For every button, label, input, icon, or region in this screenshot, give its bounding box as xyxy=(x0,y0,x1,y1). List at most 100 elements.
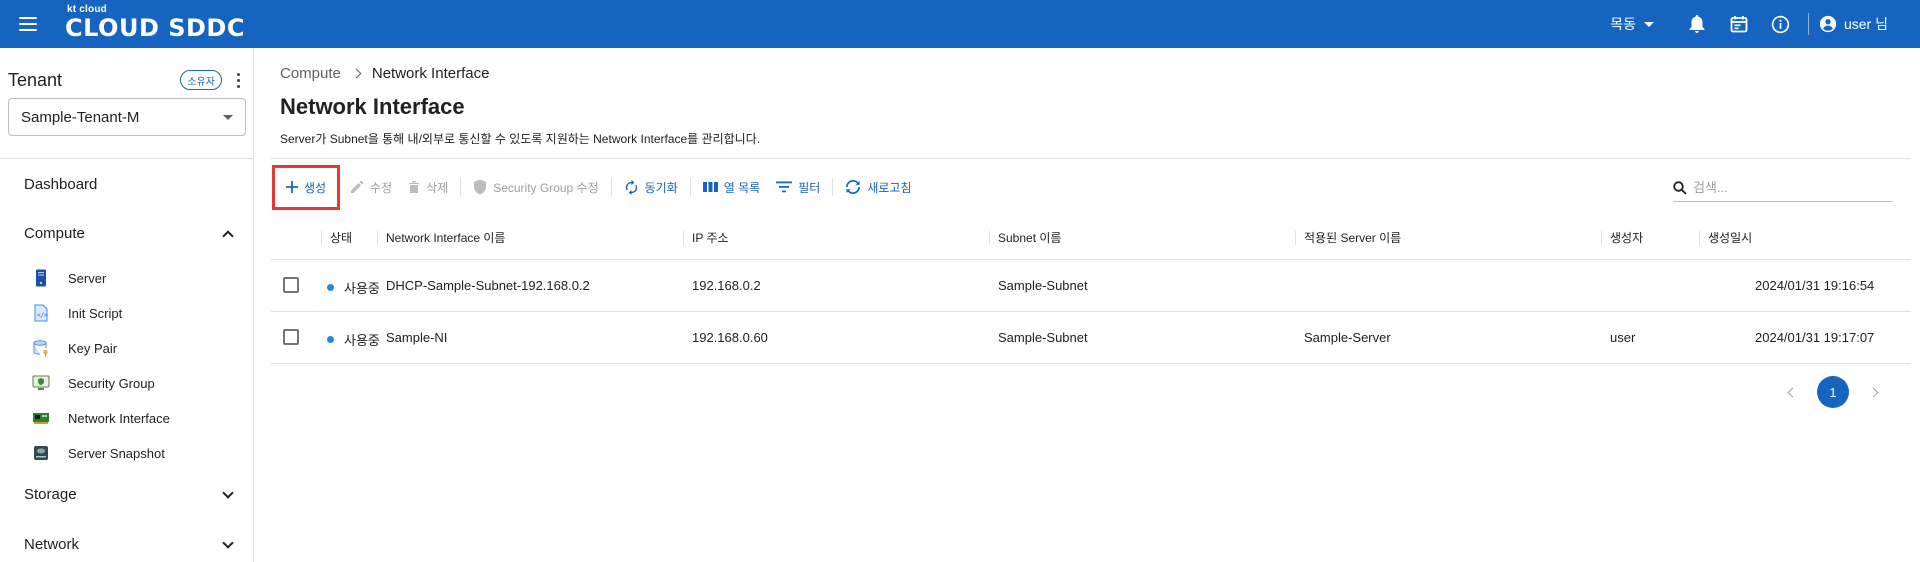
created-cell: 2024/01/31 19:17:07 xyxy=(1755,330,1875,345)
sidebar-item-security-group[interactable]: Security Group xyxy=(32,374,232,392)
create-button-label: 생성 xyxy=(303,180,327,195)
refresh-icon xyxy=(846,180,861,194)
edit-security-group-button[interactable]: Security Group 수정 xyxy=(465,167,606,207)
table-row[interactable]: 사용중 Sample-NI 192.168.0.60 Sample-Subnet… xyxy=(271,312,1911,364)
edit-security-group-label: Security Group 수정 xyxy=(493,180,599,195)
column-header-created[interactable]: 생성일시 xyxy=(1699,229,1752,246)
more-vert-icon[interactable] xyxy=(228,70,248,90)
refresh-button-label: 새로고침 xyxy=(867,180,912,195)
sync-button-label: 동기화 xyxy=(644,180,678,195)
column-header-label: IP 주소 xyxy=(692,231,729,245)
server-cell: Sample-Server xyxy=(1304,330,1391,345)
page-title: Network Interface xyxy=(280,94,465,119)
tenant-title: Tenant xyxy=(8,69,63,90)
owner-badge: 소유자 xyxy=(180,70,222,90)
chevron-left-icon[interactable] xyxy=(1779,380,1803,404)
refresh-button[interactable]: 새로고침 xyxy=(837,167,919,207)
trash-icon xyxy=(409,181,420,193)
sidebar-item-server-snapshot[interactable]: Server Snapshot xyxy=(32,444,232,462)
nav-storage[interactable]: Storage xyxy=(24,486,234,503)
toolbar: 생성 수정 삭제 Security Group 수정 동기화 열 목록 필터 새… xyxy=(272,164,920,210)
search-input[interactable] xyxy=(1693,180,1873,195)
chevron-down-icon xyxy=(222,486,234,499)
status-text: 사용중 xyxy=(344,333,380,348)
breadcrumb-compute[interactable]: Compute xyxy=(280,65,341,82)
delete-button-label: 삭제 xyxy=(426,180,449,195)
catalog-menu[interactable]: 목동 xyxy=(1610,14,1654,34)
network-card-icon xyxy=(32,409,50,427)
row-checkbox[interactable] xyxy=(283,329,299,345)
column-header-status[interactable]: 상태 xyxy=(321,229,352,246)
sync-button[interactable]: 동기화 xyxy=(616,167,686,207)
sidebar-item-server[interactable]: Server xyxy=(32,269,232,287)
column-header-label: Network Interface 이름 xyxy=(386,231,506,245)
columns-button[interactable]: 열 목록 xyxy=(695,167,768,207)
tenant-select-value: Sample-Tenant-M xyxy=(21,108,140,126)
view-column-icon xyxy=(702,182,718,192)
notification-bell-icon[interactable] xyxy=(1676,0,1718,48)
chevron-right-icon[interactable] xyxy=(1863,380,1887,404)
ip-cell: 192.168.0.60 xyxy=(692,330,768,345)
nav-storage-label: Storage xyxy=(24,486,77,503)
create-button[interactable]: 생성 xyxy=(272,164,340,210)
breadcrumb: Compute Network Interface xyxy=(280,65,489,82)
sidebar-item-key-pair[interactable]: Key Pair xyxy=(32,339,232,357)
delete-button[interactable]: 삭제 xyxy=(400,167,456,207)
filter-icon xyxy=(776,181,793,193)
tenant-select[interactable]: Sample-Tenant-M xyxy=(8,98,246,136)
caret-down-icon xyxy=(223,114,233,120)
status-cell: 사용중 xyxy=(327,330,380,349)
sidebar-item-init-script[interactable]: </> Init Script xyxy=(32,304,232,322)
sidebar: Tenant 소유자 Sample-Tenant-M Dashboard Com… xyxy=(0,48,254,562)
edit-button[interactable]: 수정 xyxy=(342,167,400,207)
search-box[interactable] xyxy=(1673,174,1893,202)
key-pair-icon xyxy=(32,339,50,357)
column-header-label: 적용된 Server 이름 xyxy=(1304,231,1402,245)
user-label: user 님 xyxy=(1843,16,1888,32)
pagination: 1 xyxy=(1779,376,1887,408)
column-header-server[interactable]: 적용된 Server 이름 xyxy=(1295,229,1401,246)
network-interface-table: 상태 Network Interface 이름 IP 주소 Subnet 이름 … xyxy=(271,216,1911,364)
content-divider xyxy=(271,158,1911,159)
nav-network-label: Network xyxy=(24,536,80,553)
nav-network[interactable]: Network xyxy=(24,536,234,553)
catalog-label: 목동 xyxy=(1610,16,1636,32)
hamburger-menu-icon[interactable] xyxy=(19,14,45,34)
brand-logo[interactable]: kt cloud CLOUD SDDC xyxy=(65,0,245,48)
sidebar-item-label: Key Pair xyxy=(68,340,118,356)
nav-dashboard[interactable]: Dashboard xyxy=(24,176,232,193)
table-row[interactable]: 사용중 DHCP-Sample-Subnet-192.168.0.2 192.1… xyxy=(271,260,1911,312)
toolbar-divider xyxy=(460,178,462,196)
script-icon: </> xyxy=(32,304,50,322)
column-header-name[interactable]: Network Interface 이름 xyxy=(377,229,505,246)
shield-icon xyxy=(474,179,487,195)
column-header-ip[interactable]: IP 주소 xyxy=(683,229,729,246)
page-number-button[interactable]: 1 xyxy=(1817,376,1849,408)
column-header-subnet[interactable]: Subnet 이름 xyxy=(989,229,1061,246)
status-dot-icon xyxy=(327,284,334,291)
sidebar-item-network-interface[interactable]: Network Interface xyxy=(32,409,232,427)
sidebar-item-label: Init Script xyxy=(68,305,123,321)
nav-compute[interactable]: Compute xyxy=(24,225,234,242)
table-header: 상태 Network Interface 이름 IP 주소 Subnet 이름 … xyxy=(271,216,1911,260)
column-header-creator[interactable]: 생성자 xyxy=(1601,229,1643,246)
page-description: Server가 Subnet을 통해 내/외부로 통신할 수 있도록 지원하는 … xyxy=(280,132,761,146)
calendar-icon[interactable] xyxy=(1718,0,1760,48)
created-cell: 2024/01/31 19:16:54 xyxy=(1755,278,1875,293)
filter-button[interactable]: 필터 xyxy=(768,167,828,207)
main-content: Compute Network Interface Network Interf… xyxy=(255,48,1920,562)
info-icon[interactable] xyxy=(1760,0,1802,48)
row-checkbox[interactable] xyxy=(283,277,299,293)
ip-cell: 192.168.0.2 xyxy=(692,278,761,293)
subnet-cell: Sample-Subnet xyxy=(998,330,1088,345)
status-dot-icon xyxy=(327,336,334,343)
search-icon xyxy=(1673,180,1687,195)
column-header-label: 생성자 xyxy=(1610,231,1644,245)
caret-down-icon xyxy=(1643,21,1654,27)
breadcrumb-current: Network Interface xyxy=(371,65,490,82)
sidebar-item-label: Security Group xyxy=(68,375,155,391)
chevron-down-icon xyxy=(222,536,234,549)
security-group-icon xyxy=(32,374,50,392)
user-menu[interactable]: user 님 xyxy=(1819,14,1888,34)
status-text: 사용중 xyxy=(344,281,380,296)
